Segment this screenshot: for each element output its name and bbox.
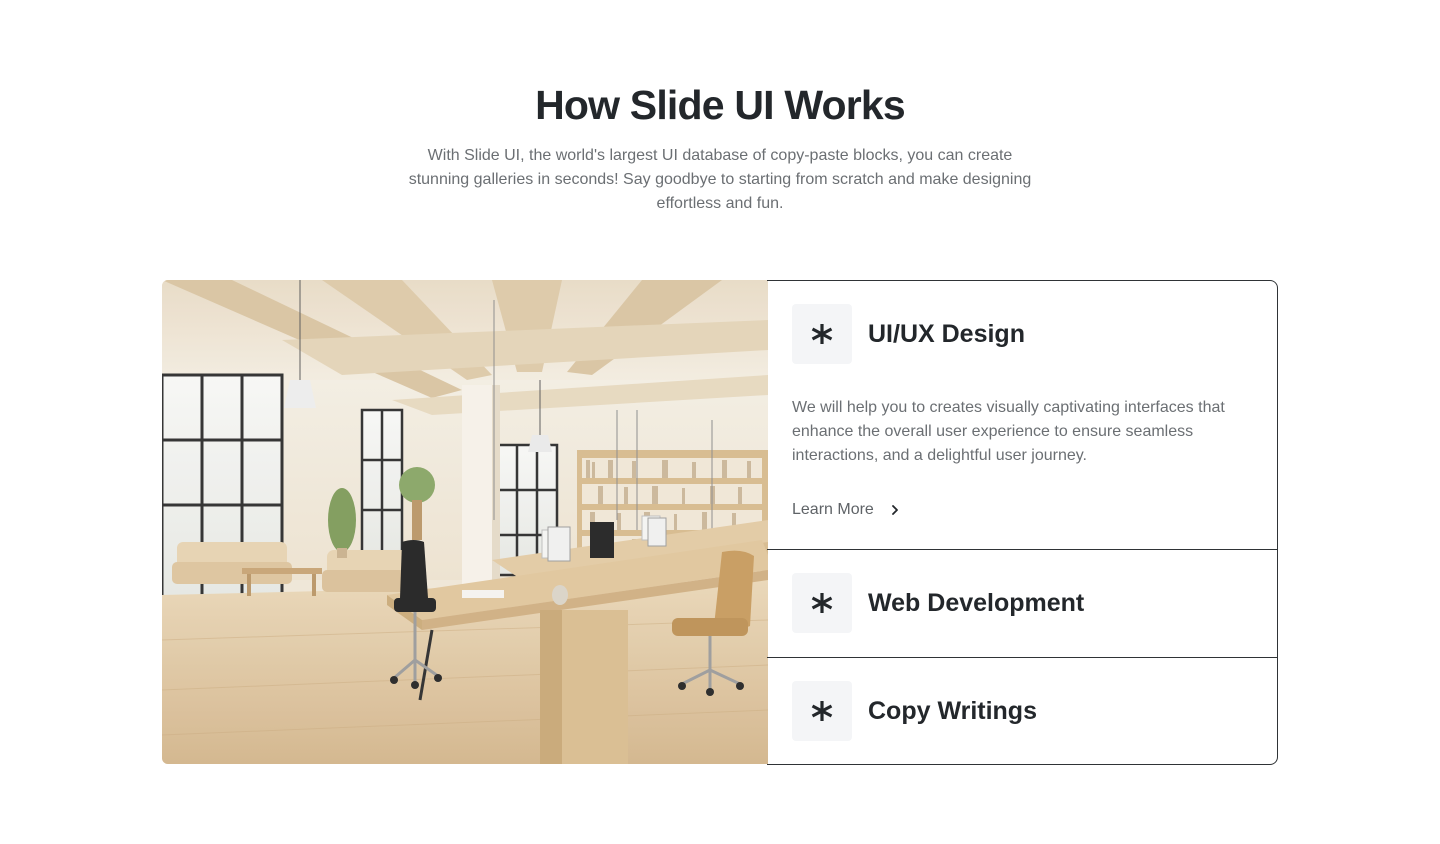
asterisk-icon[interactable] xyxy=(792,573,852,633)
accordion-item-uiux-design[interactable]: UI/UX Design We will help you to creates… xyxy=(767,281,1277,550)
section-title: How Slide UI Works xyxy=(535,82,906,128)
chevron-right-icon[interactable] xyxy=(890,504,900,516)
accordion-item-web-development[interactable]: Web Development xyxy=(767,550,1277,658)
asterisk-icon[interactable] xyxy=(792,304,852,364)
services-accordion: UI/UX Design We will help you to creates… xyxy=(767,280,1278,765)
learn-more-label[interactable]: Learn More xyxy=(792,501,874,519)
accordion-item-title[interactable]: Copy Writings xyxy=(868,695,1037,727)
office-interior-image xyxy=(162,280,768,764)
how-it-works-section: How Slide UI Works With Slide UI, the wo… xyxy=(0,0,1440,844)
accordion-item-copy-writings[interactable]: Copy Writings xyxy=(767,658,1277,764)
asterisk-icon[interactable] xyxy=(792,681,852,741)
accordion-item-description: We will help you to creates visually cap… xyxy=(792,399,1225,464)
accordion-item-title[interactable]: Web Development xyxy=(868,587,1084,619)
learn-more-link[interactable]: Learn More xyxy=(792,501,900,519)
section-subtitle: With Slide UI, the world's largest UI da… xyxy=(408,147,1032,212)
accordion-item-title[interactable]: UI/UX Design xyxy=(868,318,1025,350)
